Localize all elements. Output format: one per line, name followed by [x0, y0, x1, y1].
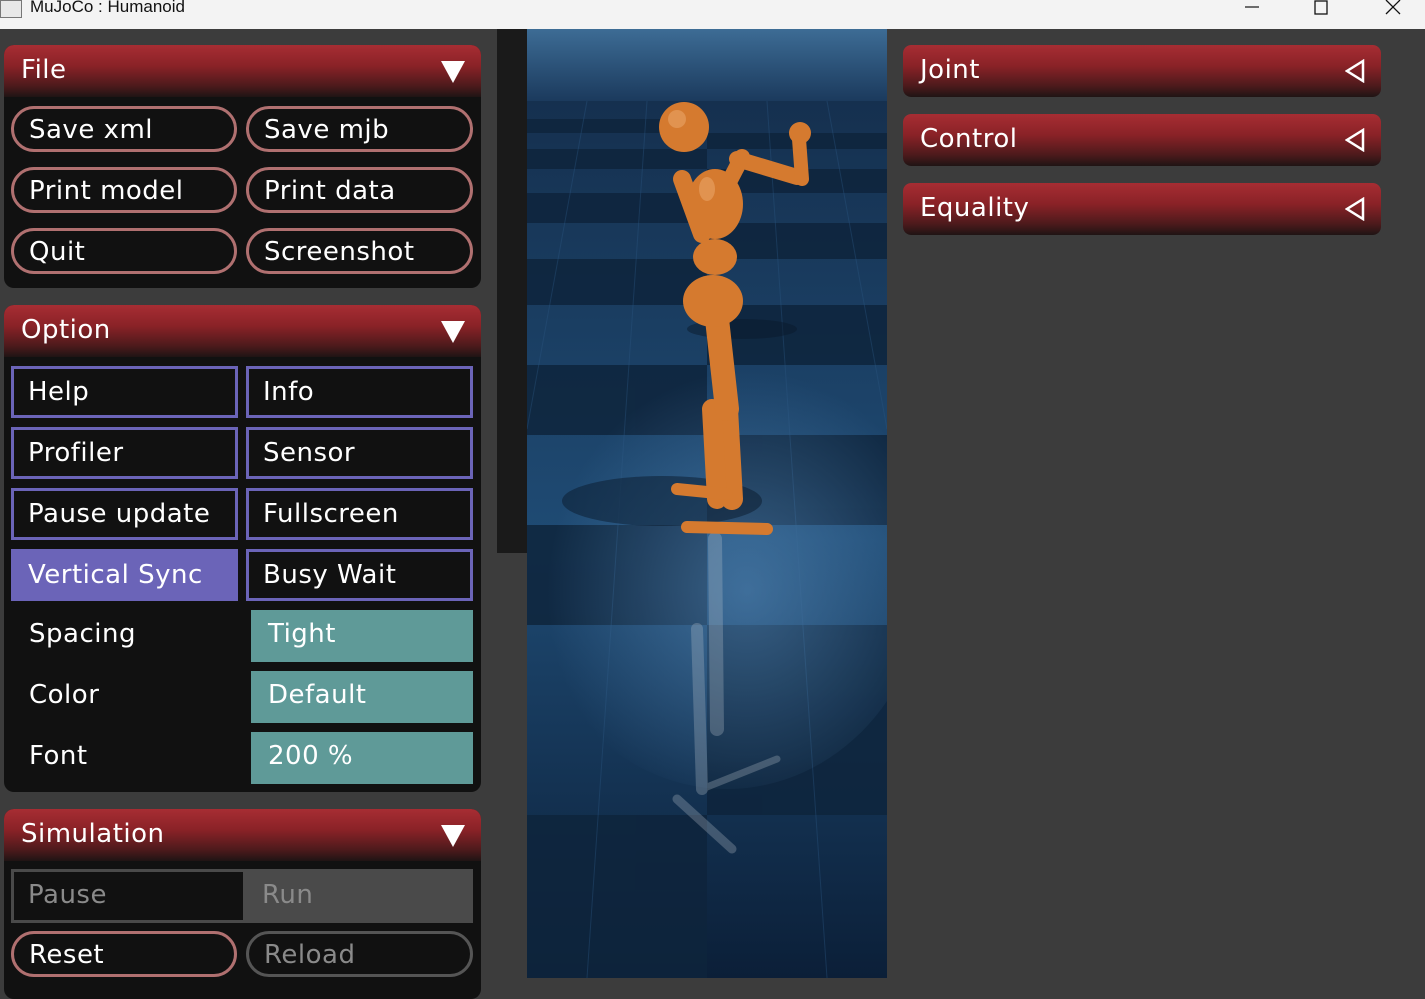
pause-update-toggle[interactable]: Pause update [11, 488, 238, 540]
window-title: MuJoCo : Humanoid [30, 0, 185, 16]
left-panel-scrollbar[interactable] [497, 29, 527, 553]
reload-button[interactable]: Reload [246, 931, 473, 977]
collapse-left-icon [1345, 197, 1365, 221]
spacing-label: Spacing [29, 619, 136, 649]
info-toggle[interactable]: Info [246, 366, 473, 418]
window-titlebar: MuJoCo : Humanoid [0, 0, 1425, 29]
sensor-toggle[interactable]: Sensor [246, 427, 473, 479]
print-data-button[interactable]: Print data [246, 167, 473, 213]
color-label: Color [29, 680, 100, 710]
pause-radio-option[interactable]: Pause [11, 869, 246, 923]
equality-section-header[interactable]: Equality [903, 183, 1381, 235]
app-icon [0, 0, 22, 18]
simulation-title: Simulation [21, 819, 165, 849]
save-mjb-button[interactable]: Save mjb [246, 106, 473, 152]
right-panel-background [887, 29, 1425, 978]
reset-button[interactable]: Reset [11, 931, 237, 977]
vertical-sync-toggle[interactable]: Vertical Sync [11, 549, 238, 601]
expand-down-icon [441, 825, 465, 847]
option-title: Option [21, 315, 111, 345]
busy-wait-toggle[interactable]: Busy Wait [246, 549, 473, 601]
collapse-left-icon [1345, 128, 1365, 152]
expand-down-icon [441, 321, 465, 343]
maximize-icon[interactable] [1298, 0, 1344, 29]
font-label: Font [29, 741, 88, 771]
screenshot-button[interactable]: Screenshot [246, 228, 473, 274]
print-model-button[interactable]: Print model [11, 167, 237, 213]
profiler-toggle[interactable]: Profiler [11, 427, 238, 479]
quit-button[interactable]: Quit [11, 228, 237, 274]
file-title: File [21, 55, 67, 85]
fullscreen-toggle[interactable]: Fullscreen [246, 488, 473, 540]
save-xml-button[interactable]: Save xml [11, 106, 237, 152]
run-pause-radio: Pause Run [11, 869, 473, 923]
joint-title: Joint [920, 55, 980, 85]
help-toggle[interactable]: Help [11, 366, 238, 418]
humanoid-scene[interactable] [527, 29, 887, 978]
font-select[interactable]: 200 % [251, 732, 473, 784]
simulation-viewport[interactable] [527, 29, 887, 978]
close-icon[interactable] [1369, 0, 1415, 29]
color-select[interactable]: Default [251, 671, 473, 723]
minimize-icon[interactable] [1229, 0, 1275, 29]
control-title: Control [920, 124, 1018, 154]
run-radio-option[interactable]: Run [262, 880, 313, 910]
collapse-left-icon [1345, 59, 1365, 83]
equality-title: Equality [920, 193, 1030, 223]
joint-section-header[interactable]: Joint [903, 45, 1381, 97]
spacing-select[interactable]: Tight [251, 610, 473, 662]
control-section-header[interactable]: Control [903, 114, 1381, 166]
file-section-header[interactable] [4, 45, 481, 97]
expand-down-icon [441, 61, 465, 83]
